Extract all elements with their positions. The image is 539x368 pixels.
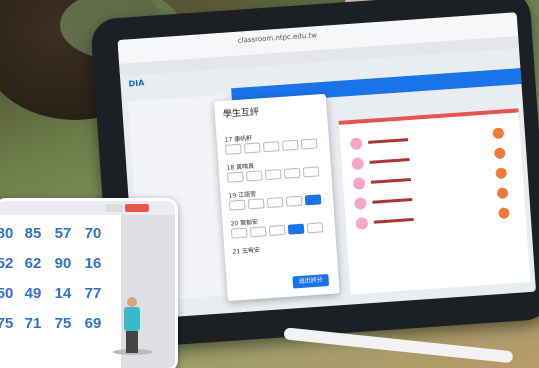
rating-chip-selected[interactable]	[287, 223, 305, 235]
student-name-text	[368, 138, 409, 144]
person-illustration	[113, 297, 153, 357]
rating-chip-selected[interactable]	[304, 194, 322, 206]
rating-chip[interactable]	[285, 195, 303, 207]
score-cell: 85	[17, 225, 49, 248]
score-cell: 14	[47, 285, 79, 302]
rating-chip[interactable]	[302, 166, 320, 178]
rating-chip[interactable]	[228, 199, 246, 211]
rating-chip[interactable]	[243, 142, 261, 154]
rating-chip[interactable]	[249, 226, 267, 238]
rating-chip[interactable]	[245, 170, 263, 182]
student-name-text	[373, 217, 414, 224]
score-value: 14	[54, 285, 72, 302]
score-cell: 69	[77, 315, 109, 332]
score-value: 71	[24, 315, 42, 332]
score-value: 16	[84, 255, 102, 272]
rating-chip[interactable]	[283, 167, 301, 179]
submit-button[interactable]: 送出評分	[292, 273, 330, 289]
score-value: 90	[54, 255, 72, 272]
peer-review-modal: 學生互評 17 康帆軒 18 黃晴真 19 江語萱 20 葉郁安 21 王宥安 …	[213, 93, 340, 302]
student-name-text	[369, 158, 410, 164]
rating-chip[interactable]	[266, 196, 284, 209]
student-name-text	[370, 178, 412, 184]
avatar	[352, 177, 366, 191]
score-value: 85	[24, 225, 42, 242]
url-bar[interactable]: classroom.ntpc.edu.tw	[238, 31, 318, 45]
score-badge	[498, 207, 510, 219]
score-value: 57	[54, 225, 72, 242]
score-badge	[493, 147, 506, 160]
rating-chip[interactable]	[230, 227, 248, 239]
inset-toolbar-button-primary[interactable]	[125, 204, 149, 212]
modal-title: 學生互評	[222, 107, 260, 120]
score-badge	[495, 167, 508, 180]
avatar	[355, 217, 369, 230]
rating-chip[interactable]	[264, 169, 282, 181]
score-cell: 70	[77, 225, 109, 242]
rating-chip[interactable]	[226, 171, 244, 183]
rating-chip[interactable]	[247, 198, 265, 210]
score-value: 49	[24, 285, 42, 302]
score-cell: 57	[47, 225, 79, 242]
photo-scene: classroom.ntpc.edu.tw DIA 學生互評 17 康帆軒 18…	[0, 0, 539, 368]
score-cell: 90	[47, 255, 79, 272]
avatar	[349, 137, 363, 151]
avatar	[354, 197, 367, 210]
score-cell: 77	[77, 285, 109, 302]
rating-chip[interactable]	[225, 143, 242, 155]
rating-chip[interactable]	[306, 222, 324, 234]
score-badge	[496, 187, 509, 200]
stylus-pen	[283, 327, 514, 364]
rating-chip[interactable]	[281, 139, 299, 151]
app-logo: DIA	[128, 78, 145, 89]
avatar	[351, 157, 365, 171]
rating-chip[interactable]	[262, 141, 280, 153]
score-cell: 71	[17, 315, 49, 332]
score-value: 77	[84, 285, 102, 302]
inset-toolbar-button[interactable]	[105, 204, 123, 212]
score-cell: 49	[17, 285, 49, 302]
inset-toolbar	[0, 201, 175, 215]
score-value: 75	[54, 315, 72, 332]
tablet-screen: classroom.ntpc.edu.tw DIA 學生互評 17 康帆軒 18…	[117, 12, 537, 320]
question-label: 21 王宥安	[232, 246, 261, 256]
score-cell: 62	[17, 255, 49, 272]
score-badge	[492, 127, 505, 140]
score-value: 70	[84, 225, 102, 242]
score-value: 69	[84, 315, 102, 332]
rating-chip[interactable]	[300, 138, 318, 150]
rating-chip[interactable]	[268, 224, 286, 237]
score-cell: 16	[77, 255, 109, 272]
score-value: 62	[24, 255, 42, 272]
inset-screenshot: 80 85 57 70 52 62 90 16 50 49 14 77 75 7…	[0, 198, 178, 368]
student-name-text	[372, 197, 413, 204]
score-cell: 75	[47, 315, 79, 332]
